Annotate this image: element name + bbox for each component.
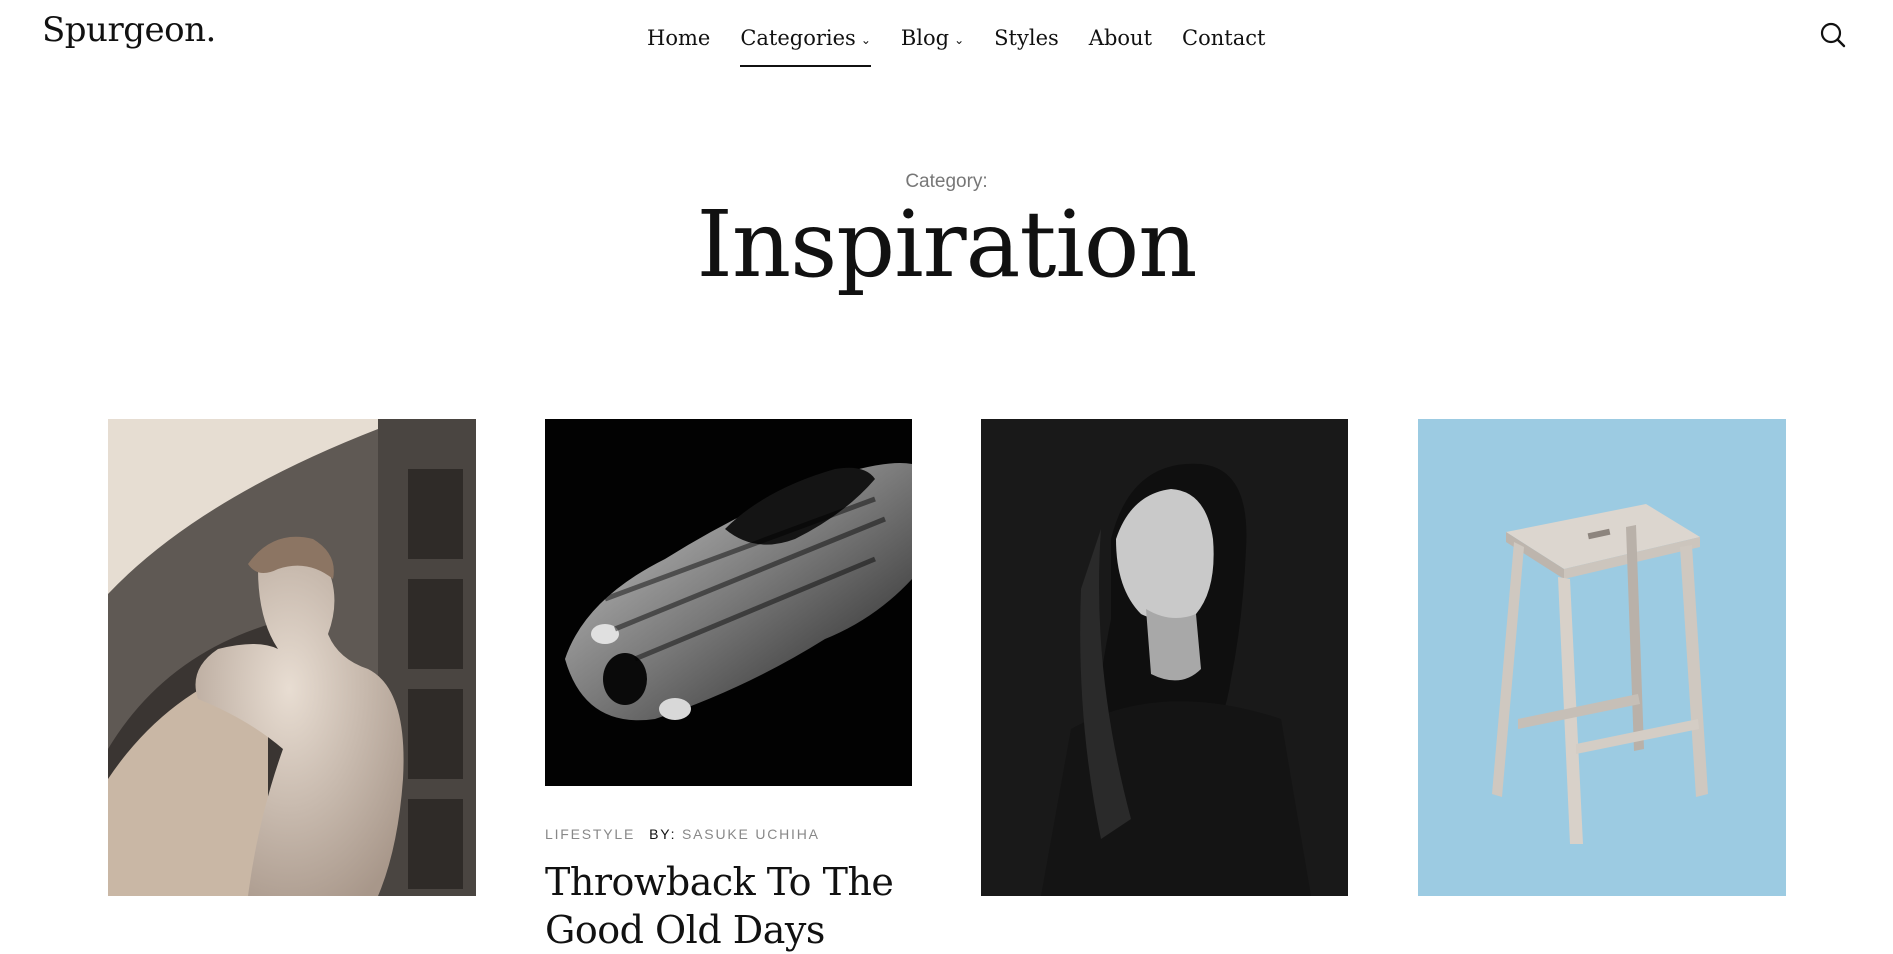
nav-item-label: Blog bbox=[900, 26, 950, 50]
wooden-stool-on-blue-photo bbox=[1418, 419, 1786, 896]
post-thumbnail-car[interactable] bbox=[545, 419, 912, 786]
nav-item-blog[interactable]: Blog ⌄ bbox=[901, 18, 964, 58]
page-title: Inspiration bbox=[696, 191, 1198, 298]
statue-of-david-photo bbox=[108, 419, 476, 896]
search-icon bbox=[1820, 22, 1846, 48]
post-thumbnail-portrait[interactable] bbox=[981, 419, 1348, 896]
chevron-down-icon: ⌄ bbox=[860, 33, 871, 47]
black-and-white-beetle-car-photo bbox=[545, 419, 912, 786]
post-thumbnail-statue[interactable] bbox=[108, 419, 476, 896]
site-logo[interactable]: Spurgeon. bbox=[42, 10, 216, 50]
nav-item-about[interactable]: About bbox=[1089, 18, 1152, 58]
post-thumbnail-stool[interactable] bbox=[1418, 419, 1786, 896]
nav-item-label: Categories bbox=[740, 26, 856, 50]
nav-item-label: Home bbox=[647, 26, 711, 50]
nav-item-label: About bbox=[1088, 26, 1153, 50]
nav-item-styles[interactable]: Styles bbox=[994, 18, 1059, 58]
post-author-link[interactable]: SASUKE UCHIHA bbox=[682, 826, 820, 842]
chevron-down-icon: ⌄ bbox=[954, 33, 965, 47]
nav-item-categories[interactable]: Categories ⌄ bbox=[740, 18, 871, 67]
nav-item-contact[interactable]: Contact bbox=[1182, 18, 1265, 58]
post-category-link[interactable]: LIFESTYLE bbox=[545, 826, 635, 842]
nav-item-label: Contact bbox=[1182, 26, 1266, 50]
site-header: Spurgeon. Home Categories ⌄ Blog ⌄ Style… bbox=[0, 0, 1893, 70]
search-button[interactable] bbox=[1819, 21, 1847, 49]
post-title[interactable]: Throwback To The Good Old Days bbox=[545, 858, 915, 954]
nav-item-label: Styles bbox=[994, 26, 1059, 50]
post-meta: LIFESTYLE BY: SASUKE UCHIHA bbox=[545, 826, 820, 842]
nav-item-home[interactable]: Home bbox=[647, 18, 710, 58]
main-nav: Home Categories ⌄ Blog ⌄ Styles About Co… bbox=[647, 18, 1295, 67]
by-label: BY: bbox=[649, 826, 677, 842]
woman-portrait-photo bbox=[981, 419, 1348, 896]
